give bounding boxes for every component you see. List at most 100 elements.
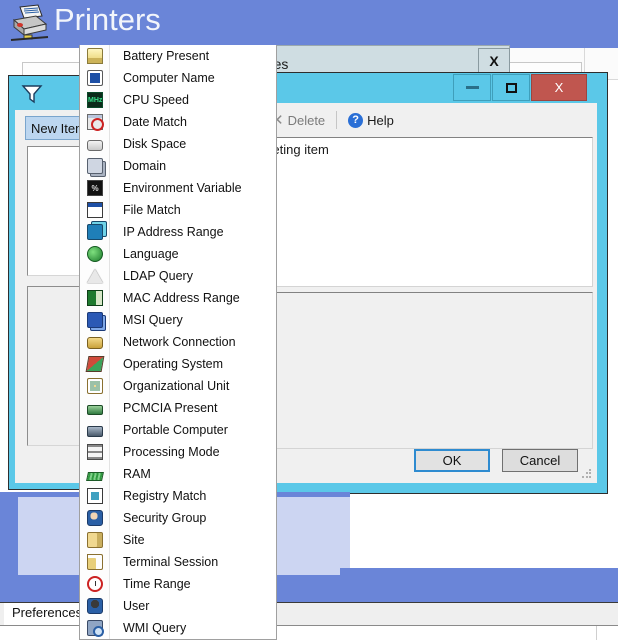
menu-item-label: CPU Speed	[110, 93, 189, 107]
menu-item-label: Terminal Session	[110, 555, 218, 569]
menu-item-registry-match[interactable]: Registry Match	[80, 485, 276, 507]
menu-item-ram[interactable]: RAM	[80, 463, 276, 485]
menu-item-label: LDAP Query	[110, 269, 193, 283]
domain-glyph	[87, 158, 103, 174]
menu-item-list: Battery Present Computer Name MHzCPU Speed…	[80, 45, 276, 639]
menu-item-processing-mode[interactable]: Processing Mode	[80, 441, 276, 463]
ou-icon	[80, 375, 110, 397]
wmi-glyph	[87, 620, 103, 636]
menu-item-label: Computer Name	[110, 71, 215, 85]
menu-item-operating-system[interactable]: Operating System	[80, 353, 276, 375]
date-glyph	[87, 114, 103, 130]
menu-item-label: Environment Variable	[110, 181, 242, 195]
menu-item-label: Domain	[110, 159, 166, 173]
printer-properties-close-button[interactable]: X	[478, 48, 510, 74]
printer-icon	[8, 4, 50, 44]
menu-item-label: File Match	[110, 203, 181, 217]
new-item-label: New Item	[31, 121, 86, 136]
ip-icon	[80, 221, 110, 243]
menu-item-user[interactable]: User	[80, 595, 276, 617]
resize-grip[interactable]	[581, 468, 593, 480]
menu-item-wmi-query[interactable]: WMI Query	[80, 617, 276, 639]
menu-item-domain[interactable]: Domain	[80, 155, 276, 177]
menu-item-computer-name[interactable]: Computer Name	[80, 67, 276, 89]
menu-item-label: Battery Present	[110, 49, 209, 63]
term-glyph	[87, 554, 103, 570]
menu-item-msi-query[interactable]: MSI Query	[80, 309, 276, 331]
mac-glyph	[87, 290, 103, 306]
ldap-icon	[80, 265, 110, 287]
printers-header: Printers	[0, 0, 618, 48]
maximize-button[interactable]	[492, 74, 530, 101]
reg-glyph	[87, 488, 103, 504]
pcmcia-glyph	[87, 405, 103, 415]
menu-item-date-match[interactable]: Date Match	[80, 111, 276, 133]
disk-glyph	[87, 140, 103, 151]
minimize-button[interactable]	[453, 74, 491, 101]
ou-glyph	[87, 378, 103, 394]
menu-item-label: RAM	[110, 467, 151, 481]
menu-item-ip-address-range[interactable]: IP Address Range	[80, 221, 276, 243]
reg-icon	[80, 485, 110, 507]
site-glyph	[87, 532, 103, 548]
time-icon	[80, 573, 110, 595]
user-icon	[80, 595, 110, 617]
menu-item-organizational-unit[interactable]: Organizational Unit	[80, 375, 276, 397]
toolbar-separator	[336, 111, 337, 129]
ok-button[interactable]: OK	[414, 449, 490, 472]
menu-item-pcmcia-present[interactable]: PCMCIA Present	[80, 397, 276, 419]
menu-item-file-match[interactable]: File Match	[80, 199, 276, 221]
menu-item-terminal-session[interactable]: Terminal Session	[80, 551, 276, 573]
menu-item-ldap-query[interactable]: LDAP Query	[80, 265, 276, 287]
menu-item-time-range[interactable]: Time Range	[80, 573, 276, 595]
menu-item-mac-address-range[interactable]: MAC Address Range	[80, 287, 276, 309]
menu-item-label: WMI Query	[110, 621, 186, 635]
mac-icon	[80, 287, 110, 309]
new-item-context-menu[interactable]: Battery Present Computer Name MHzCPU Speed…	[79, 45, 277, 640]
ram-icon	[80, 463, 110, 485]
menu-item-cpu-speed[interactable]: MHzCPU Speed	[80, 89, 276, 111]
status-bar-divider	[596, 626, 597, 640]
ip-glyph	[87, 224, 103, 240]
secgrp-glyph	[87, 510, 103, 526]
cancel-button[interactable]: Cancel	[502, 449, 578, 472]
filter-icon	[21, 84, 43, 104]
netconn-glyph	[87, 337, 103, 349]
menu-item-label: IP Address Range	[110, 225, 224, 239]
menu-item-environment-variable[interactable]: % Environment Variable	[80, 177, 276, 199]
menu-item-label: Operating System	[110, 357, 223, 371]
menu-item-disk-space[interactable]: Disk Space	[80, 133, 276, 155]
menu-item-label: User	[110, 599, 149, 613]
wmi-icon	[80, 617, 110, 639]
close-button[interactable]: X	[531, 74, 587, 101]
term-icon	[80, 551, 110, 573]
menu-item-label: Registry Match	[110, 489, 206, 503]
file-glyph	[87, 202, 103, 218]
env-glyph: %	[87, 180, 103, 196]
time-glyph	[87, 576, 103, 592]
menu-item-label: Processing Mode	[110, 445, 220, 459]
help-button[interactable]: ? Help	[344, 111, 398, 130]
menu-item-label: Disk Space	[110, 137, 186, 151]
menu-item-label: PCMCIA Present	[110, 401, 217, 415]
computer-icon	[80, 67, 110, 89]
battery-glyph	[87, 48, 103, 64]
os-glyph	[86, 356, 105, 372]
menu-item-label: Language	[110, 247, 179, 261]
menu-item-network-connection[interactable]: Network Connection	[80, 331, 276, 353]
maximize-icon	[506, 83, 517, 93]
menu-item-portable-computer[interactable]: Portable Computer	[80, 419, 276, 441]
menu-item-security-group[interactable]: Security Group	[80, 507, 276, 529]
menu-item-label: MSI Query	[110, 313, 183, 327]
menu-item-label: Date Match	[110, 115, 187, 129]
secgrp-icon	[80, 507, 110, 529]
portable-glyph	[87, 426, 103, 437]
menu-item-battery-present[interactable]: Battery Present	[80, 45, 276, 67]
file-icon	[80, 199, 110, 221]
user-glyph	[87, 598, 103, 614]
minimize-icon	[466, 86, 479, 89]
screen: Printers ed Printer Properties X New Ite…	[0, 0, 618, 640]
menu-item-site[interactable]: Site	[80, 529, 276, 551]
lang-glyph	[87, 246, 103, 262]
menu-item-language[interactable]: Language	[80, 243, 276, 265]
